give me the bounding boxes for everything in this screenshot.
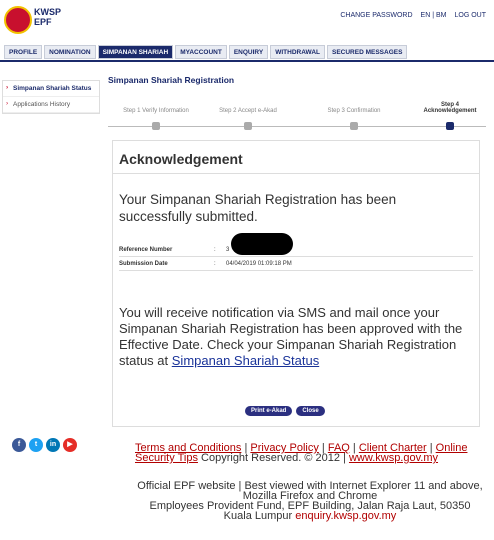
date-value: 04/04/2019 01:09:18 PM [226,260,292,267]
tab-withdrawal[interactable]: WITHDRAWAL [270,45,325,59]
redaction-mark [231,233,293,255]
simpanan-shariah-status-link[interactable]: Simpanan Shariah Status [172,353,319,368]
footer-links: Terms and Conditions | Privacy Policy | … [135,443,485,464]
step-line [108,126,486,127]
success-message: Your Simpanan Shariah Registration has b… [119,192,397,224]
sidebar-item-simpanan-shariah-status[interactable]: Simpanan Shariah Status [3,81,99,97]
card-divider [113,173,479,174]
linkedin-icon[interactable]: in [46,438,60,452]
twitter-icon[interactable]: t [29,438,43,452]
main-nav: PROFILE NOMINATION SIMPANAN SHARIAH MYAC… [4,45,408,59]
enquiry-link[interactable]: enquiry.kwsp.gov.my [295,510,396,522]
close-button[interactable]: Close [296,406,325,416]
step-3-marker-icon [350,122,358,130]
top-links: CHANGE PASSWORD EN | BM LOG OUT [340,12,486,19]
copyright-text: Copyright Reserved. © 2012 | [201,452,346,464]
reference-value: 3 [226,246,230,253]
sidebar-item-applications-history[interactable]: Applications History [3,97,99,113]
reference-label: Reference Number [119,246,173,253]
submission-info: Reference Number : 3 Submission Date : 0… [119,243,473,271]
reference-row: Reference Number : 3 [119,243,473,257]
logo-line1: KWSP [34,7,61,17]
date-colon: : [214,260,216,267]
facebook-icon[interactable]: f [12,438,26,452]
card-actions: Print e-Akad Close [245,406,325,416]
logout-link[interactable]: LOG OUT [454,12,486,19]
step-2-marker-icon [244,122,252,130]
language-switch[interactable]: EN | BM [421,12,447,19]
official-text: Official EPF website | Best viewed with … [137,480,483,502]
acknowledgement-title: Acknowledgement [119,151,243,167]
step-progress: Step 1 Verify Information Step 2 Accept … [108,98,486,134]
date-label: Submission Date [119,260,168,267]
step-4-marker-icon [446,122,454,130]
header: KWSP EPF CHANGE PASSWORD EN | BM LOG OUT [0,0,494,40]
address-line: Employees Provident Fund, EPF Building, … [135,501,485,522]
website-link[interactable]: www.kwsp.gov.my [349,452,438,464]
change-password-link[interactable]: CHANGE PASSWORD [340,12,412,19]
tab-nomination[interactable]: NOMINATION [44,45,96,59]
sidebar: Simpanan Shariah Status Applications His… [2,80,100,114]
print-e-akad-button[interactable]: Print e-Akad [245,406,293,416]
step-1-marker-icon [152,122,160,130]
logo-text: KWSP EPF [34,7,61,27]
footer-info: Official EPF website | Best viewed with … [135,480,485,522]
social-icons: f t in ▶ [12,438,77,452]
acknowledgement-card: Acknowledgement Your Simpanan Shariah Re… [112,140,480,427]
nav-divider [0,60,494,62]
page-title: Simpanan Shariah Registration [108,75,235,85]
step-1-label: Step 1 Verify Information [123,108,189,114]
reference-colon: : [214,246,216,253]
step-3-label: Step 3 Confirmation [327,108,381,114]
step-2-label: Step 2 Accept e-Akad [219,108,277,114]
logo-line2: EPF [34,17,52,27]
youtube-icon[interactable]: ▶ [63,438,77,452]
tab-enquiry[interactable]: ENQUIRY [228,45,269,59]
tab-simpanan-shariah[interactable]: SIMPANAN SHARIAH [97,45,174,59]
step-4-label: Step 4 Acknowledgement [423,102,477,114]
tab-myaccount[interactable]: MYACCOUNT [175,45,227,59]
kwsp-logo-icon[interactable] [4,6,32,34]
date-row: Submission Date : 04/04/2019 01:09:18 PM [119,257,473,271]
notice-message: You will receive notification via SMS an… [119,305,475,369]
tab-profile[interactable]: PROFILE [4,45,43,59]
tab-secured-messages[interactable]: SECURED MESSAGES [327,45,408,59]
